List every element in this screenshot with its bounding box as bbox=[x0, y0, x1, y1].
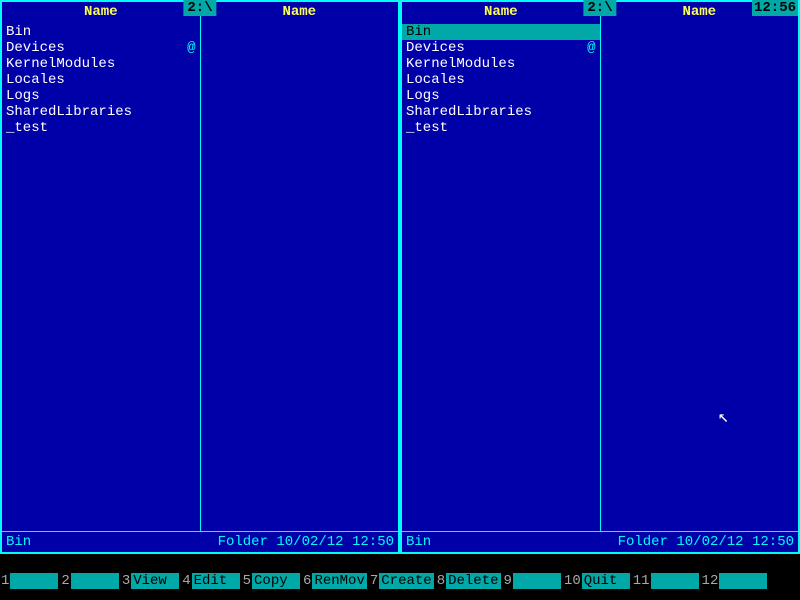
file-name: Devices bbox=[406, 40, 465, 56]
fkey-number: 3 bbox=[121, 573, 131, 589]
left-file-list-2[interactable] bbox=[201, 24, 399, 531]
right-panel: 2:\ Name BinDevices@KernelModulesLocales… bbox=[400, 0, 800, 554]
fkey-label: Copy bbox=[252, 573, 300, 589]
file-name: SharedLibraries bbox=[6, 104, 132, 120]
file-mark: @ bbox=[587, 40, 595, 56]
fkey-label: RenMov bbox=[312, 573, 366, 589]
command-line[interactable] bbox=[0, 554, 800, 572]
fkey-number: 12 bbox=[701, 573, 720, 589]
file-row[interactable]: KernelModules bbox=[2, 56, 200, 72]
file-row[interactable]: Locales bbox=[2, 72, 200, 88]
left-col-0: Name BinDevices @ KernelModulesLocalesLogs… bbox=[2, 2, 201, 531]
file-row[interactable]: KernelModules bbox=[402, 56, 600, 72]
file-row[interactable]: SharedLibraries bbox=[402, 104, 600, 120]
file-row[interactable]: _test bbox=[402, 120, 600, 136]
file-name: Bin bbox=[406, 24, 431, 40]
fkey-label bbox=[71, 573, 119, 589]
fkey-10[interactable]: 10Quit bbox=[563, 573, 630, 589]
column-header: Name bbox=[402, 2, 600, 24]
right-status-bar: Bin Folder 10/02/12 12:50 bbox=[402, 531, 798, 552]
file-name: Locales bbox=[406, 72, 465, 88]
fkey-9[interactable]: 9 bbox=[503, 573, 561, 589]
column-header: Name bbox=[2, 2, 200, 24]
column-header: Name bbox=[201, 2, 399, 24]
fkey-1[interactable]: 1 bbox=[0, 573, 58, 589]
file-row[interactable]: Logs bbox=[402, 88, 600, 104]
fkey-2[interactable]: 2 bbox=[60, 573, 118, 589]
left-status-bar: Bin Folder 10/02/12 12:50 bbox=[2, 531, 398, 552]
file-name: _test bbox=[406, 120, 448, 136]
left-file-list[interactable]: BinDevices @ KernelModulesLocalesLogsShare… bbox=[2, 24, 200, 531]
fkey-label bbox=[513, 573, 561, 589]
fkey-number: 2 bbox=[60, 573, 70, 589]
file-name: Locales bbox=[6, 72, 65, 88]
fkey-label: Create bbox=[379, 573, 433, 589]
file-row[interactable]: Bin bbox=[2, 24, 200, 40]
file-row[interactable]: SharedLibraries bbox=[2, 104, 200, 120]
fkey-number: 10 bbox=[563, 573, 582, 589]
file-name: Devices bbox=[6, 40, 65, 56]
file-name: Logs bbox=[406, 88, 440, 104]
file-row[interactable]: Devices @ bbox=[402, 40, 600, 56]
left-panel: 2:\ Name BinDevices@KernelModulesLocales… bbox=[0, 0, 400, 554]
fkey-4[interactable]: 4Edit bbox=[181, 573, 239, 589]
left-panel-path: 2:\ bbox=[183, 0, 216, 16]
right-col-0: Name BinDevices @ KernelModulesLocalesLogs… bbox=[402, 2, 601, 531]
status-name: Bin bbox=[406, 534, 431, 550]
right-col-1: Name bbox=[601, 2, 799, 531]
fkey-number: 4 bbox=[181, 573, 191, 589]
file-name: _test bbox=[6, 120, 48, 136]
status-info: Folder 10/02/12 12:50 bbox=[618, 534, 794, 550]
file-row[interactable]: Logs bbox=[2, 88, 200, 104]
fkey-label bbox=[651, 573, 699, 589]
file-name: Logs bbox=[6, 88, 40, 104]
file-name: Bin bbox=[6, 24, 31, 40]
status-info: Folder 10/02/12 12:50 bbox=[218, 534, 394, 550]
file-row[interactable]: Devices @ bbox=[2, 40, 200, 56]
file-row[interactable]: Locales bbox=[402, 72, 600, 88]
file-name: KernelModules bbox=[6, 56, 115, 72]
file-mark: @ bbox=[187, 40, 195, 56]
fkey-11[interactable]: 11 bbox=[632, 573, 699, 589]
file-name: KernelModules bbox=[406, 56, 515, 72]
fkey-number: 5 bbox=[242, 573, 252, 589]
clock: 12:56 bbox=[752, 0, 798, 16]
fkey-6[interactable]: 6RenMov bbox=[302, 573, 367, 589]
fkey-number: 1 bbox=[0, 573, 10, 589]
fkey-5[interactable]: 5Copy bbox=[242, 573, 300, 589]
right-file-list-2[interactable] bbox=[601, 24, 799, 531]
fkey-label bbox=[719, 573, 767, 589]
right-file-list[interactable]: BinDevices @ KernelModulesLocalesLogsShare… bbox=[402, 24, 600, 531]
fkey-number: 7 bbox=[369, 573, 379, 589]
fkey-label: View bbox=[131, 573, 179, 589]
left-col-1: Name bbox=[201, 2, 399, 531]
status-name: Bin bbox=[6, 534, 31, 550]
fkey-3[interactable]: 3View bbox=[121, 573, 179, 589]
file-name: SharedLibraries bbox=[406, 104, 532, 120]
fkey-number: 6 bbox=[302, 573, 312, 589]
left-columns: Name BinDevices @ KernelModulesLocalesLogs… bbox=[2, 2, 398, 531]
fkey-number: 9 bbox=[503, 573, 513, 589]
fkey-8[interactable]: 8Delete bbox=[436, 573, 501, 589]
fkey-number: 8 bbox=[436, 573, 446, 589]
panels-container: 2:\ Name BinDevices@KernelModulesLocales… bbox=[0, 0, 800, 554]
fkey-label: Delete bbox=[446, 573, 500, 589]
function-key-bar: 123View4Edit5Copy6RenMov7Create8Delete91… bbox=[0, 572, 800, 590]
right-columns: Name BinDevices @ KernelModulesLocalesLogs… bbox=[402, 2, 798, 531]
right-panel-path: 2:\ bbox=[583, 0, 616, 16]
fkey-label: Edit bbox=[192, 573, 240, 589]
fkey-12[interactable]: 12 bbox=[701, 573, 768, 589]
fkey-7[interactable]: 7Create bbox=[369, 573, 434, 589]
file-row[interactable]: Bin bbox=[402, 24, 600, 40]
file-row[interactable]: _test bbox=[2, 120, 200, 136]
fkey-label bbox=[10, 573, 58, 589]
fkey-label: Quit bbox=[582, 573, 630, 589]
fkey-number: 11 bbox=[632, 573, 651, 589]
